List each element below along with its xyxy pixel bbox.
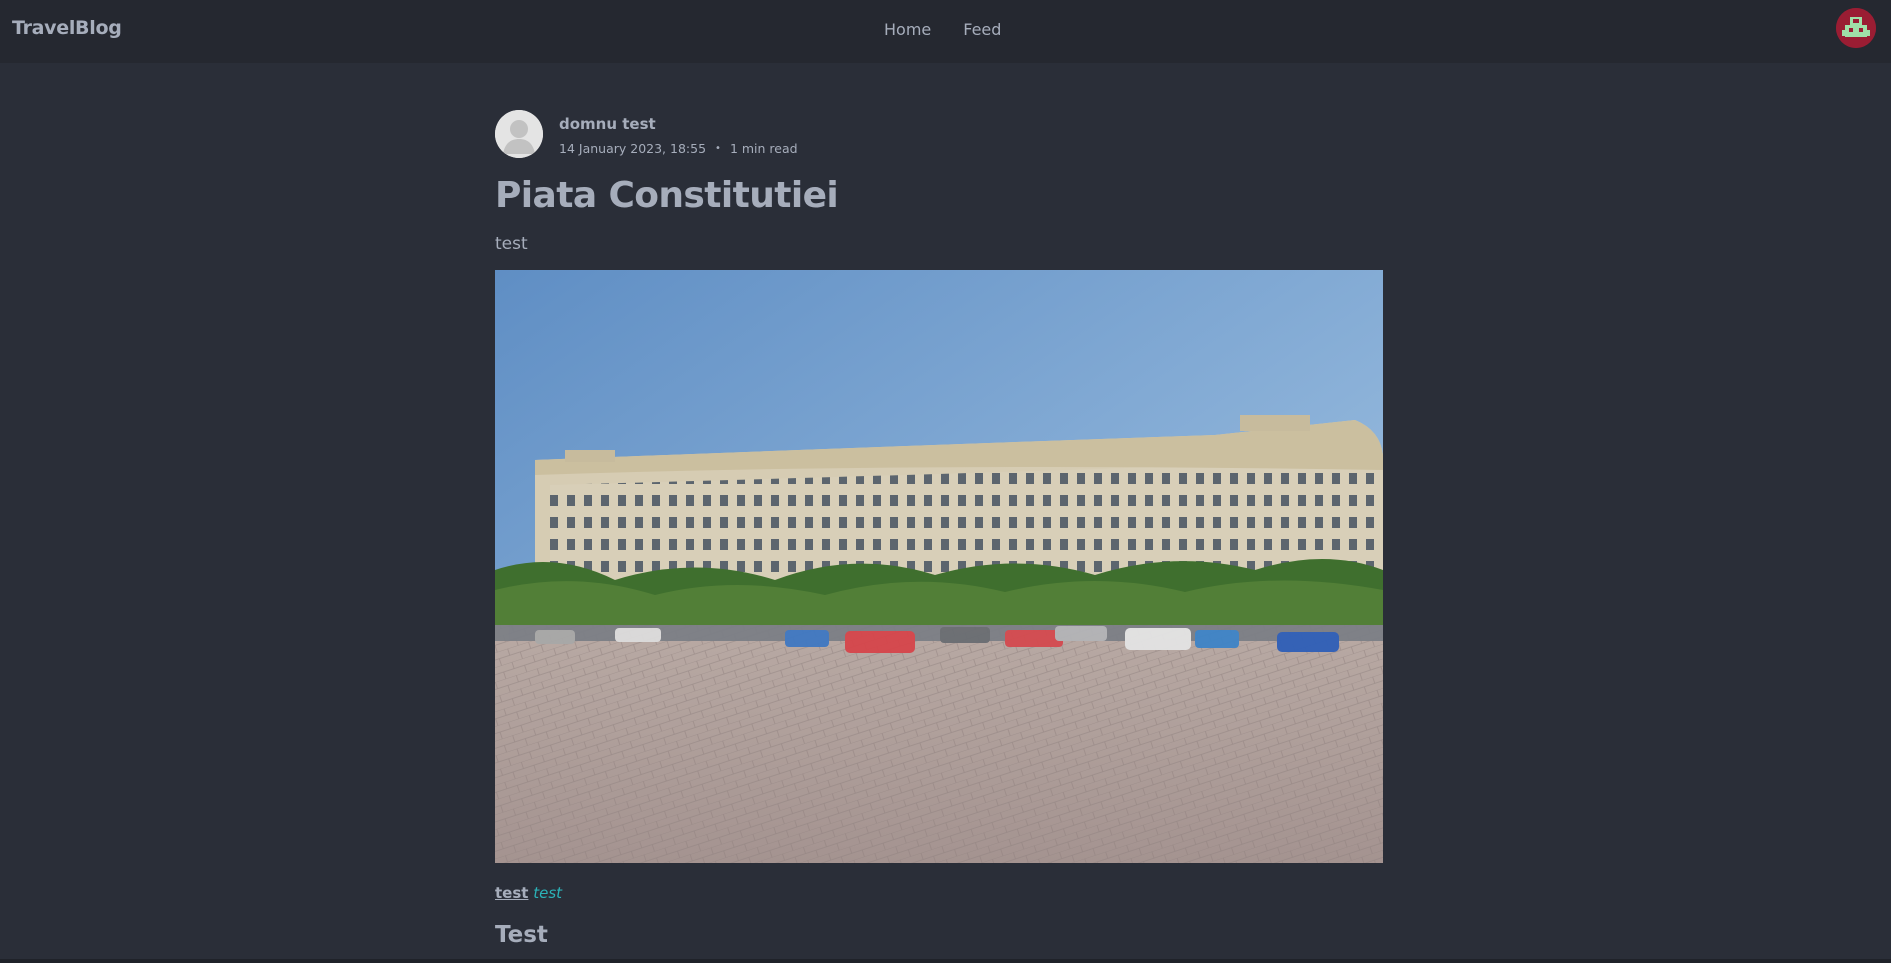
- post-body-text: test test: [495, 884, 1383, 902]
- user-avatar-icon: [1836, 8, 1876, 48]
- photo-building-icon: [495, 269, 1383, 863]
- nav-feed-link[interactable]: Feed: [963, 20, 1001, 39]
- person-placeholder-icon: [495, 110, 543, 158]
- post-description: test: [495, 233, 528, 254]
- author-name[interactable]: domnu test: [559, 115, 798, 133]
- body-italic-text: test: [533, 883, 563, 902]
- post-title: Piata Constitutiei: [495, 175, 839, 216]
- author-meta: domnu test 14 January 2023, 18:55 • 1 mi…: [559, 110, 798, 156]
- read-time: 1 min read: [729, 141, 798, 156]
- nav-links: Home Feed: [884, 20, 1001, 39]
- article: domnu test 14 January 2023, 18:55 • 1 mi…: [495, 110, 1383, 948]
- post-date: 14 January 2023, 18:55: [559, 141, 707, 156]
- top-navbar: TravelBlog Home Feed: [0, 0, 1891, 63]
- post-meta-line: 14 January 2023, 18:55 • 1 min read: [559, 141, 798, 156]
- author-avatar[interactable]: [495, 110, 543, 158]
- bottom-edge-divider: [0, 959, 1891, 963]
- meta-separator: •: [715, 143, 721, 154]
- brand-logo-link[interactable]: TravelBlog: [12, 17, 122, 39]
- author-row: domnu test 14 January 2023, 18:55 • 1 mi…: [495, 110, 1383, 158]
- user-avatar-button[interactable]: [1836, 8, 1876, 48]
- body-bold-link[interactable]: test: [495, 884, 528, 902]
- nav-home-link[interactable]: Home: [884, 20, 931, 39]
- post-subheading: Test: [495, 921, 548, 948]
- post-image: [495, 269, 1383, 863]
